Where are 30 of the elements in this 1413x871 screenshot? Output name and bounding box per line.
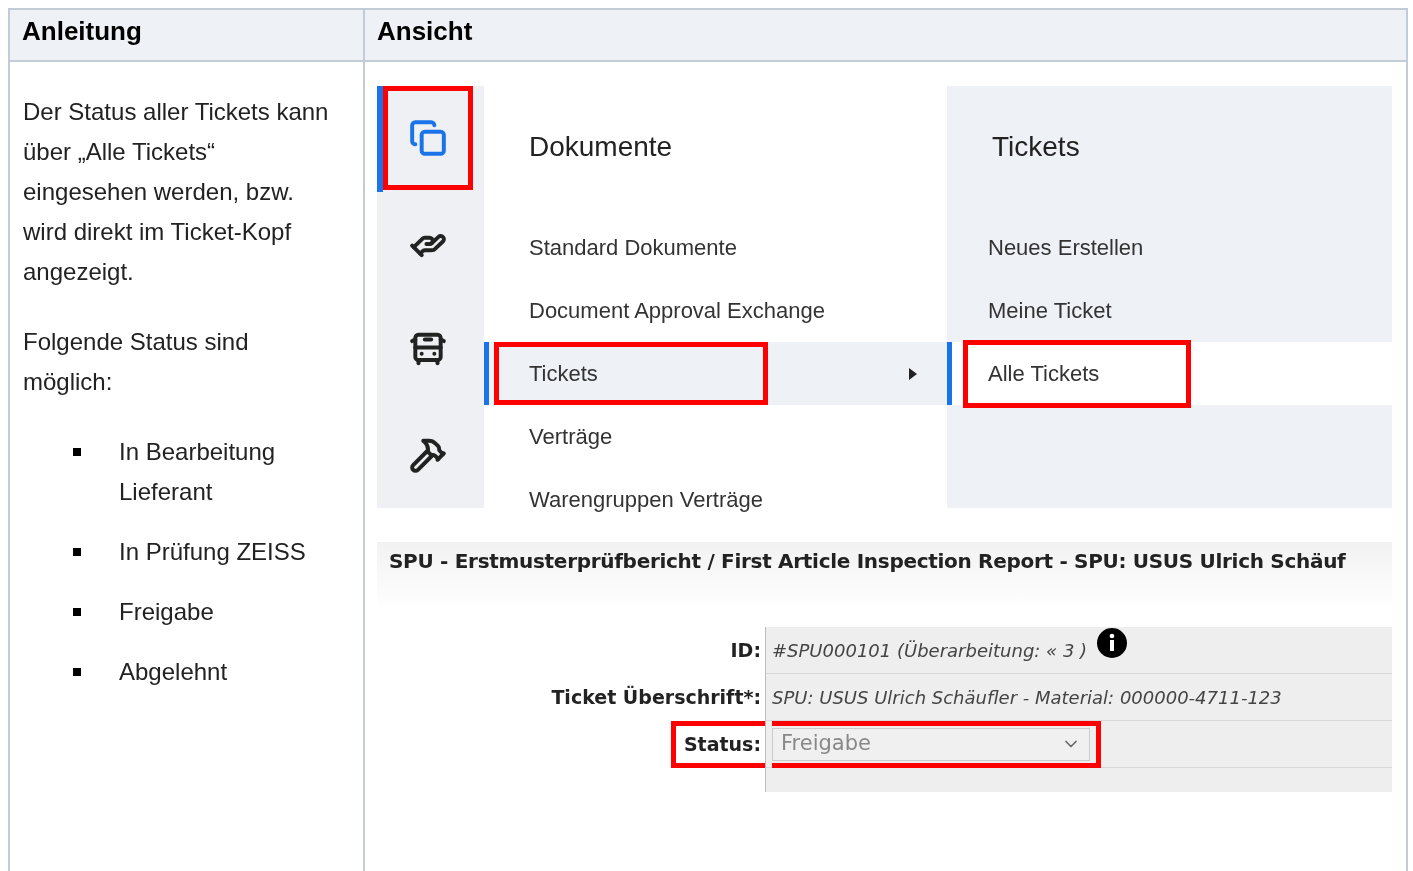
column-header: Ansicht — [377, 15, 473, 48]
bullet-icon — [73, 548, 81, 556]
menu-heading: Tickets — [992, 130, 1080, 164]
bullet-icon — [73, 668, 81, 676]
bullet-icon — [73, 448, 81, 456]
field-label: ID: — [730, 638, 761, 664]
field-label: Ticket Überschrift*: — [551, 684, 761, 711]
menu-heading: Dokumente — [529, 130, 673, 164]
bus-icon — [409, 330, 447, 368]
menu-item[interactable]: Alle Tickets — [963, 339, 1191, 408]
bullet-text: Freigabe — [119, 597, 215, 627]
menu-item[interactable]: Standard Dokumente — [494, 216, 737, 279]
field-label: Status: — [683, 732, 761, 758]
caret-icon — [909, 367, 917, 380]
paragraph: Folgende Status sind möglich: — [23, 327, 250, 397]
bullet-icon — [73, 608, 81, 616]
field-value: #SPU000101 (Überarbeitung: « 3 ) — [772, 638, 1088, 663]
ticket-title: SPU - Erstmusterprüfbericht / First Article Inspection Report - SPU: USUS Ulrich Schäuf — [389, 549, 1346, 573]
bullet-text: In Bearbeitung Lieferant — [119, 437, 277, 507]
field-value: SPU: USUS Ulrich Schäufler - Material: 000000-4711-123 — [772, 685, 1282, 710]
menu-item[interactable]: Verträge — [494, 405, 613, 468]
paragraph: Der Status aller Tickets kann über „Alle Tickets“ eingesehen werden, bzw. wird direkt im Ticket-Kopf angezeigt. — [23, 97, 330, 287]
bullet-text: In Prüfung ZEISS — [119, 537, 307, 567]
documents-icon — [409, 119, 447, 157]
menu-item[interactable]: Document Approval Exchange — [494, 279, 825, 342]
info-icon — [1097, 628, 1128, 658]
bullet-text: Abgelehnt — [119, 657, 229, 687]
menu-item[interactable]: Warengruppen Verträge — [494, 468, 763, 531]
column-header: Anleitung — [22, 15, 142, 48]
menu-item[interactable]: Tickets — [494, 342, 768, 405]
